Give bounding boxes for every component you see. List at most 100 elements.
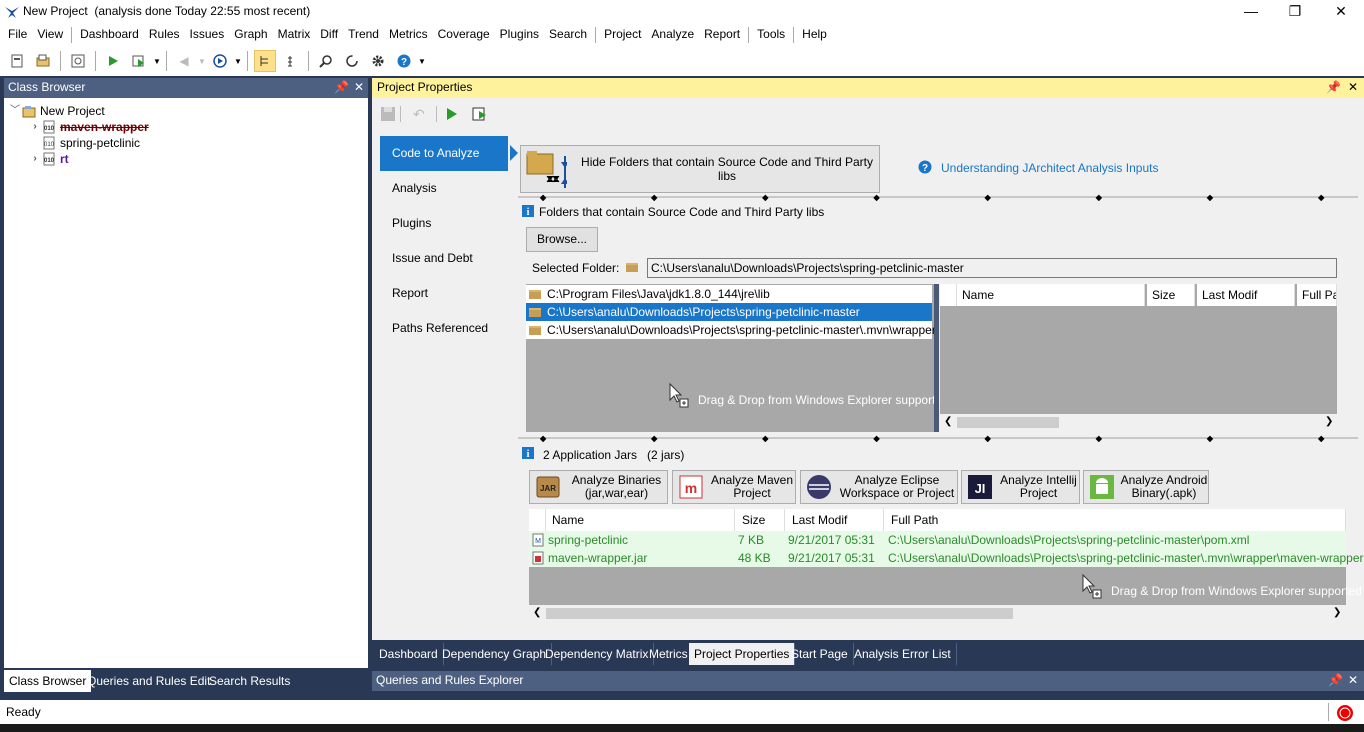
column-last-modif[interactable]: Last Modif [1197,284,1295,306]
gear-icon[interactable] [367,50,389,72]
folder-row-selected[interactable]: C:\Users\analu\Downloads\Projects\spring… [526,303,932,321]
chevron-right-icon[interactable]: › [28,119,42,135]
chevron-down-icon[interactable]: ﹀ [8,103,22,119]
nav-issue-and-debt[interactable]: Issue and Debt [380,241,508,276]
menu-plugins[interactable]: Plugins [495,23,544,46]
doc-tab-dependency-graph[interactable]: Dependency Graph [437,643,553,665]
folder-row[interactable]: C:\Users\analu\Downloads\Projects\spring… [526,321,936,339]
doc-tab-project-properties[interactable]: Project Properties [689,643,796,665]
doc-tab-start-page[interactable]: Start Page [786,643,854,665]
hide-folders-button[interactable]: Hide Folders that contain Source Code an… [520,145,880,193]
menu-project[interactable]: Project [599,23,646,46]
run-analysis-icon[interactable] [102,50,124,72]
doc-tab-dashboard[interactable]: Dashboard [374,643,444,665]
list-view-icon[interactable] [280,50,302,72]
chevron-down-icon[interactable]: ▼ [417,57,427,66]
jar-column-full-path[interactable]: Full Path [886,509,1346,531]
chevron-down-icon[interactable]: ▼ [152,57,162,66]
nav-paths-referenced[interactable]: Paths Referenced [380,311,508,346]
close-icon[interactable]: ✕ [1348,671,1358,690]
tree-item-maven-wrapper[interactable]: › 010 maven-wrapper [28,119,148,135]
back-icon[interactable]: ◀ [173,50,195,72]
nav-analysis[interactable]: Analysis [380,171,508,206]
tab-search-results[interactable]: Search Results [204,670,295,692]
analyze-options-icon[interactable] [472,106,488,125]
refresh-icon[interactable] [341,50,363,72]
run-analysis-icon[interactable] [446,107,458,124]
pin-icon[interactable]: 📌 [1326,78,1341,97]
doc-tab-analysis-error-list[interactable]: Analysis Error List [849,643,957,665]
menu-metrics[interactable]: Metrics [384,23,433,46]
tree-item-spring-petclinic[interactable]: 010 spring-petclinic [42,135,140,151]
jar-row[interactable]: maven-wrapper.jar 48 KB 9/21/2017 05:31 … [529,549,1364,567]
jar-row[interactable]: M spring-petclinic 7 KB 9/21/2017 05:31 … [529,531,1346,549]
chevron-right-icon[interactable]: › [28,151,42,167]
nav-report[interactable]: Report [380,276,508,311]
menu-trend[interactable]: Trend [343,23,384,46]
selected-folder-field[interactable]: C:\Users\analu\Downloads\Projects\spring… [647,258,1337,278]
column-full-path[interactable]: Full Pat [1297,284,1337,306]
scroll-left-icon[interactable]: ❮ [533,607,541,618]
scrollbar-thumb[interactable] [957,417,1059,428]
menu-view[interactable]: View [32,23,68,46]
analyze-intellij-button[interactable]: JI Analyze Intellij Project [961,470,1080,504]
analyze-eclipse-button[interactable]: Analyze Eclipse Workspace or Project [800,470,958,504]
pin-icon[interactable]: 📌 [334,78,349,97]
analyze-options-icon[interactable] [128,50,150,72]
menu-search[interactable]: Search [544,23,592,46]
search-icon[interactable] [315,50,337,72]
browse-button[interactable]: Browse... [526,227,598,252]
scroll-right-icon[interactable]: ❯ [1325,416,1333,427]
project-view-icon[interactable] [67,50,89,72]
close-icon[interactable]: ✕ [354,78,364,97]
folder-row[interactable]: C:\Program Files\Java\jdk1.8.0_144\jre\l… [526,285,932,303]
menu-report[interactable]: Report [699,23,745,46]
jar-column-last-modif[interactable]: Last Modif [787,509,884,531]
tree-item-rt[interactable]: › 010 rt [28,151,68,167]
nav-plugins[interactable]: Plugins [380,206,508,241]
close-icon[interactable]: ✕ [1348,78,1358,97]
restore-button[interactable]: ❐ [1272,0,1318,23]
close-window-button[interactable]: ✕ [1318,0,1364,23]
chevron-down-icon[interactable]: ▼ [233,57,243,66]
menu-help[interactable]: Help [797,23,832,46]
tab-queries-rules-edit[interactable]: Queries and Rules Edit [82,670,215,692]
open-project-icon[interactable] [32,50,54,72]
menu-diff[interactable]: Diff [315,23,343,46]
minimize-button[interactable]: — [1228,0,1274,23]
analyze-maven-button[interactable]: m Analyze Maven Project [672,470,796,504]
tree-view-icon[interactable] [254,50,276,72]
menu-analyze[interactable]: Analyze [646,23,699,46]
menu-rules[interactable]: Rules [144,23,185,46]
menu-file[interactable]: File [3,23,32,46]
new-project-icon[interactable] [6,50,28,72]
help-link[interactable]: Understanding JArchitect Analysis Inputs [941,161,1158,175]
save-icon[interactable] [380,106,396,122]
menu-tools[interactable]: Tools [752,23,790,46]
analyze-binaries-button[interactable]: JAR Analyze Binaries (jar,war,ear) [529,470,668,504]
menu-matrix[interactable]: Matrix [273,23,316,46]
analyze-android-button[interactable]: Analyze Android Binary(.apk) [1083,470,1209,504]
tree-item-new-project[interactable]: ﹀ New Project [8,103,105,119]
pin-icon[interactable]: 📌 [1328,671,1343,690]
jar-column-size[interactable]: Size [737,509,785,531]
tab-class-browser[interactable]: Class Browser [4,670,92,692]
menu-graph[interactable]: Graph [229,23,272,46]
menu-coverage[interactable]: Coverage [433,23,495,46]
nav-code-to-analyze[interactable]: Code to Analyze [380,136,508,171]
undo-icon[interactable]: ↶ [413,106,429,122]
scroll-right-icon[interactable]: ❯ [1333,607,1341,618]
menu-issues[interactable]: Issues [185,23,230,46]
vertical-splitter[interactable] [934,284,939,432]
column-size[interactable]: Size [1147,284,1195,306]
forward-icon[interactable] [209,50,231,72]
column-name[interactable]: Name [957,284,1145,306]
queries-explorer-header[interactable]: Queries and Rules Explorer 📌 ✕ [372,671,1364,691]
scrollbar-thumb[interactable] [546,608,1013,619]
help-icon[interactable]: ? [393,50,415,72]
jar-column-name[interactable]: Name [547,509,735,531]
doc-tab-metrics[interactable]: Metrics [644,643,694,665]
scroll-left-icon[interactable]: ❮ [944,416,952,427]
chevron-down-icon[interactable]: ▼ [197,57,207,66]
menu-dashboard[interactable]: Dashboard [75,23,144,46]
